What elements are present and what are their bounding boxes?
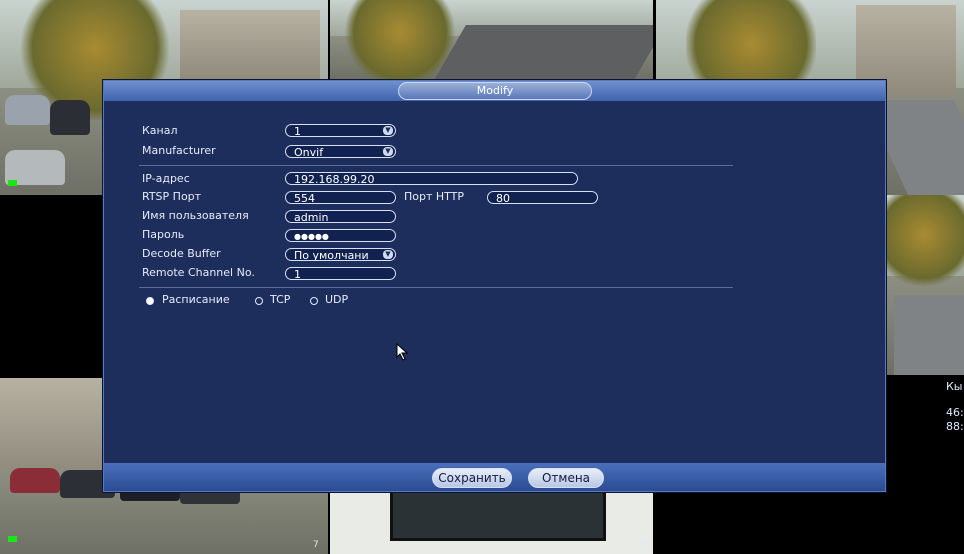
manufacturer-label: Manufacturer [142, 144, 216, 157]
dropdown-arrow-icon: ▼ [383, 147, 393, 156]
dialog-title: Modify [398, 82, 592, 100]
http-port-input[interactable]: 80 [487, 191, 598, 204]
record-indicator [8, 180, 17, 186]
radio-udp[interactable] [310, 297, 318, 305]
radio-tcp-label: TCP [270, 293, 291, 306]
remote-channel-input[interactable]: 1 [285, 267, 396, 280]
camera-tile-7 [656, 490, 964, 554]
dialog-titlebar: Modify [104, 81, 885, 101]
cancel-button[interactable]: Отмена [528, 468, 604, 488]
record-indicator-2 [8, 536, 17, 542]
dropdown-arrow-icon: ▼ [383, 250, 393, 259]
decode-buffer-label: Decode Buffer [142, 247, 221, 260]
http-port-label: Порт HTTP [404, 190, 465, 203]
camera-tile-2 [330, 0, 653, 80]
radio-udp-label: UDP [325, 293, 349, 306]
manufacturer-select[interactable]: Onvif ▼ [285, 145, 396, 158]
camera-tile-4 [884, 195, 964, 375]
camera-tile-6: 8 [330, 490, 653, 554]
dropdown-arrow-icon: ▼ [383, 126, 393, 135]
side-text-3: 88: [946, 420, 964, 433]
radio-tcp[interactable] [255, 297, 263, 305]
remote-channel-label: Remote Channel No. [142, 266, 255, 279]
username-input[interactable]: admin [285, 210, 396, 223]
rtsp-port-label: RTSP Порт [142, 190, 202, 203]
rtsp-port-input[interactable]: 554 [285, 191, 396, 204]
modify-dialog: Modify Канал 1 ▼ Manufacturer Onvif ▼ IP… [103, 80, 886, 492]
password-input[interactable]: ●●●●● [285, 229, 396, 242]
ip-label: IP-адрес [142, 172, 190, 185]
channel-select[interactable]: 1 ▼ [285, 124, 396, 137]
mouse-cursor-icon [396, 343, 409, 361]
camera-number-label: 7 [313, 540, 319, 550]
dialog-footer: Сохранить Отмена [104, 463, 885, 491]
side-text-2: 46: [946, 406, 964, 419]
channel-label: Канал [142, 124, 178, 137]
camera-number-label-2: 8 [640, 540, 646, 550]
separator-1 [139, 165, 733, 166]
camera-tile-8: Кы 46: 88: [884, 378, 964, 490]
username-label: Имя пользователя [142, 209, 249, 222]
side-text-1: Кы [946, 380, 963, 393]
password-label: Пароль [142, 228, 185, 241]
radio-schedule[interactable] [146, 297, 154, 305]
radio-schedule-label: Расписание [162, 293, 230, 306]
ip-address-input[interactable]: 192.168.99.20 [285, 172, 578, 185]
separator-2 [139, 287, 733, 288]
decode-buffer-select[interactable]: По умолчани ▼ [285, 248, 396, 261]
save-button[interactable]: Сохранить [432, 468, 512, 488]
